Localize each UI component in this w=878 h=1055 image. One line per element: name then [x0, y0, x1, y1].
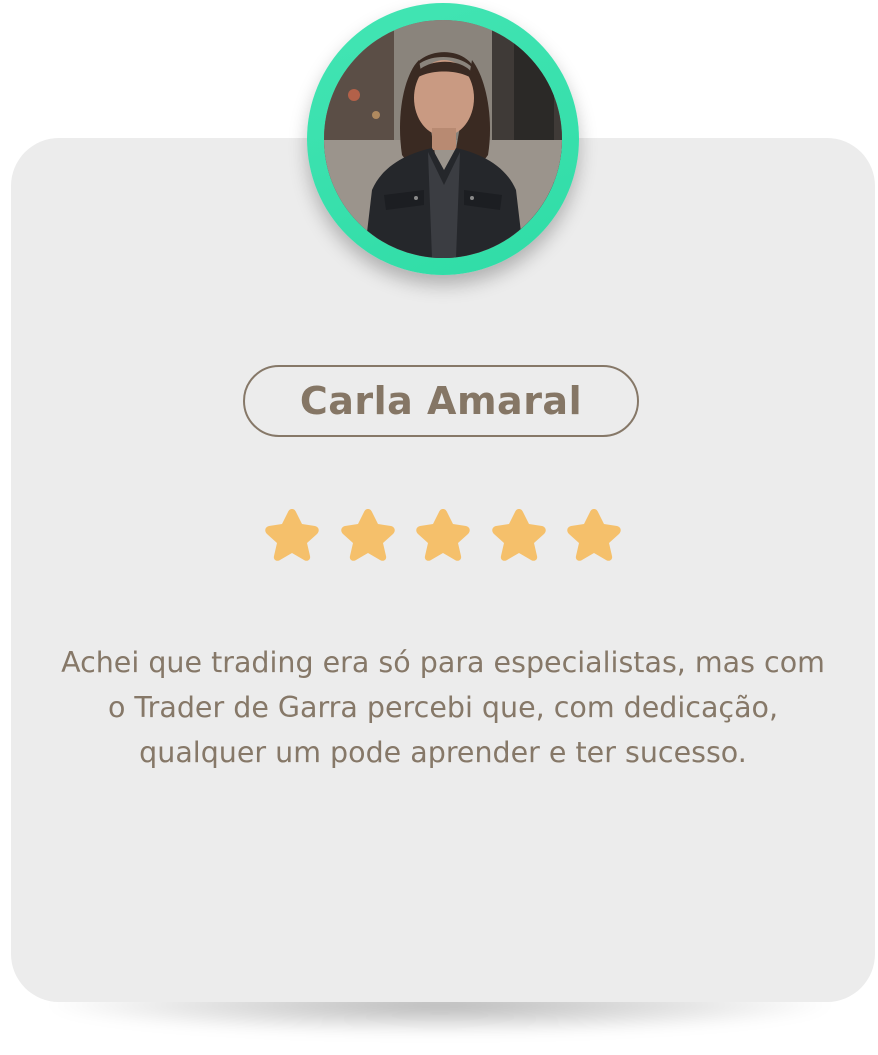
star-icon: [265, 509, 319, 561]
name-badge: Carla Amaral: [243, 365, 639, 437]
star-rating: [262, 505, 624, 565]
star-icon: [567, 509, 621, 561]
testimonial-quote: Achei que trading era só para especialis…: [61, 646, 825, 769]
star-icon: [416, 509, 470, 561]
reviewer-name: Carla Amaral: [299, 379, 583, 423]
testimonial-page: Carla Amaral Achei que trading era só pa…: [0, 0, 878, 1055]
avatar: [324, 20, 562, 258]
star-icon: [340, 509, 395, 561]
avatar-ring: [307, 3, 579, 275]
star-icon: [491, 509, 546, 561]
